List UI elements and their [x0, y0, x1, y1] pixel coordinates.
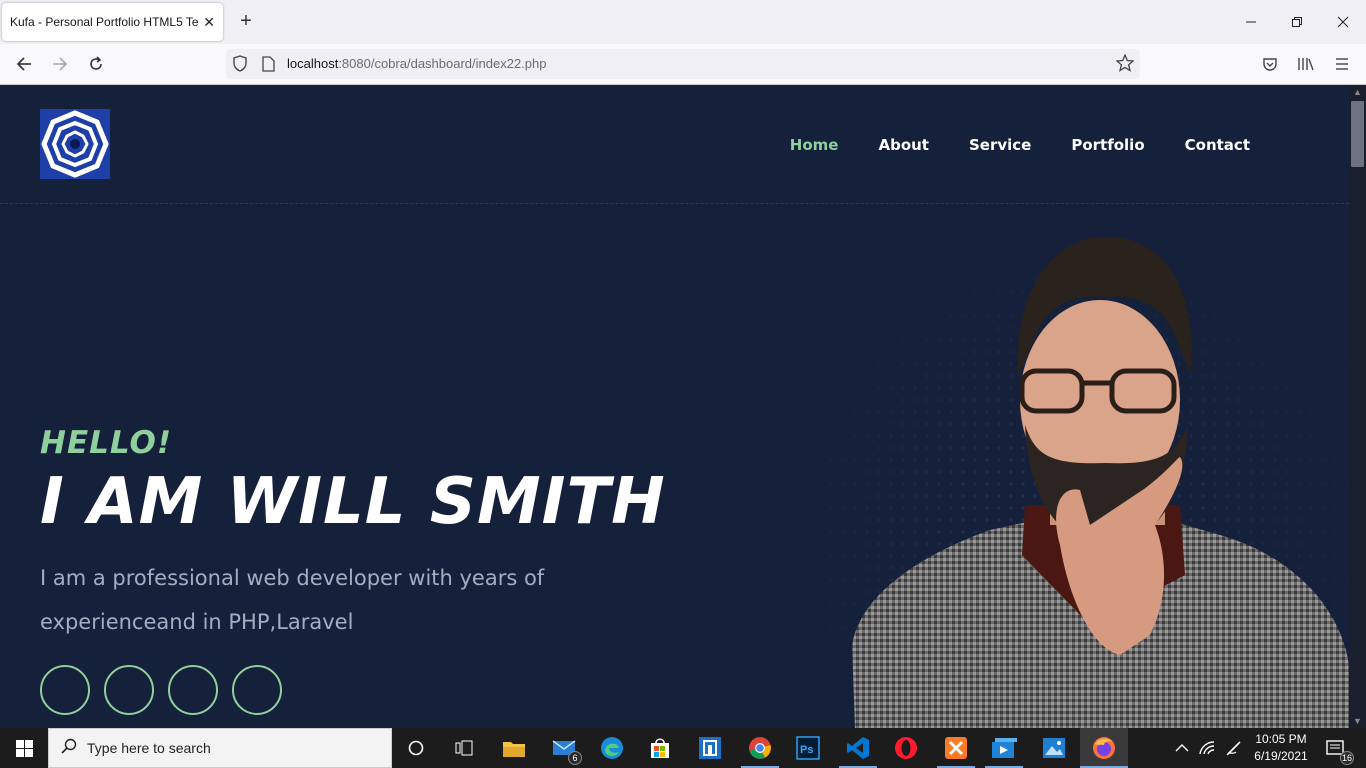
site-logo[interactable]	[40, 109, 110, 179]
page-icon[interactable]	[262, 56, 275, 77]
mail-badge: 6	[568, 751, 582, 765]
remote-app-icon[interactable]	[696, 734, 724, 762]
hero-greeting: HELLO!	[40, 425, 173, 461]
portrait-image	[852, 236, 1349, 728]
shield-icon[interactable]	[232, 55, 248, 78]
social-links	[40, 665, 282, 715]
minimize-icon[interactable]	[1241, 12, 1261, 32]
windows-start-icon[interactable]	[0, 728, 48, 768]
social-link-1[interactable]	[40, 665, 90, 715]
new-tab-icon[interactable]: +	[236, 10, 256, 33]
site-navigation: Home About Service Portfolio Contact	[750, 136, 1250, 154]
reload-icon[interactable]	[86, 54, 106, 74]
firefox-icon[interactable]	[1080, 728, 1128, 768]
search-placeholder: Type here to search	[87, 740, 211, 756]
scroll-up-icon[interactable]: ▲	[1353, 87, 1362, 97]
nav-link-portfolio[interactable]: Portfolio	[1071, 136, 1144, 154]
windows-taskbar: Type here to search 6 Ps 10:05 PM 6/19/2…	[0, 728, 1366, 768]
browser-tab[interactable]: Kufa - Personal Portfolio HTML5 Template…	[2, 3, 223, 41]
menu-icon[interactable]	[1332, 54, 1352, 74]
edge-icon[interactable]	[598, 734, 626, 762]
social-link-4[interactable]	[232, 665, 282, 715]
store-icon[interactable]	[646, 734, 674, 762]
restore-icon[interactable]	[1287, 12, 1307, 32]
social-link-3[interactable]	[168, 665, 218, 715]
svg-text:Ps: Ps	[800, 744, 813, 756]
notification-badge: 16	[1340, 751, 1354, 765]
notifications-icon[interactable]: 16	[1322, 734, 1354, 765]
search-icon	[61, 738, 77, 759]
file-explorer-icon[interactable]	[500, 734, 528, 762]
address-bar[interactable]: localhost:8080/cobra/dashboard/index22.p…	[226, 49, 1140, 79]
opera-icon[interactable]	[892, 734, 920, 762]
chrome-icon[interactable]	[746, 734, 774, 762]
mail-icon[interactable]: 6	[550, 734, 582, 765]
browser-tab-bar: Kufa - Personal Portfolio HTML5 Template…	[0, 0, 1366, 44]
nav-link-service[interactable]: Service	[969, 136, 1031, 154]
bookmark-star-icon[interactable]	[1115, 53, 1135, 77]
chevron-up-icon[interactable]	[1168, 734, 1196, 762]
browser-navigation-bar: localhost:8080/cobra/dashboard/index22.p…	[0, 44, 1366, 85]
vscode-icon[interactable]	[844, 734, 872, 762]
taskbar-search-box[interactable]: Type here to search	[48, 728, 392, 768]
web-page: Home About Service Portfolio Contact HEL…	[0, 85, 1349, 728]
system-clock[interactable]: 10:05 PM 6/19/2021	[1249, 731, 1313, 765]
clock-date: 6/19/2021	[1254, 749, 1308, 763]
xampp-icon[interactable]	[942, 734, 970, 762]
nav-link-about[interactable]: About	[878, 136, 929, 154]
close-window-icon[interactable]	[1333, 12, 1353, 32]
pocket-icon[interactable]	[1260, 54, 1280, 74]
tab-title: Kufa - Personal Portfolio HTML5 Template	[10, 15, 198, 29]
task-view-icon[interactable]	[450, 734, 478, 762]
nav-link-home[interactable]: Home	[790, 136, 839, 154]
hero-description: I am a professional web developer with y…	[40, 566, 545, 634]
page-scrollbar[interactable]: ▲ ▼	[1349, 85, 1366, 728]
clock-time: 10:05 PM	[1255, 732, 1307, 746]
cortana-icon[interactable]	[402, 734, 430, 762]
photoshop-icon[interactable]: Ps	[794, 734, 822, 762]
nav-link-contact[interactable]: Contact	[1185, 136, 1250, 154]
url-text[interactable]: localhost:8080/cobra/dashboard/index22.p…	[287, 56, 546, 71]
close-tab-icon[interactable]: ✕	[203, 14, 215, 31]
photos-icon[interactable]	[1040, 734, 1068, 762]
header-divider	[0, 203, 1349, 204]
forward-icon[interactable]	[50, 54, 70, 74]
scrollbar-thumb[interactable]	[1351, 101, 1364, 167]
social-link-2[interactable]	[104, 665, 154, 715]
scroll-down-icon[interactable]: ▼	[1353, 716, 1362, 726]
hero-title: I AM WILL SMITH	[40, 465, 666, 539]
wifi-icon[interactable]	[1193, 734, 1221, 762]
video-app-icon[interactable]	[990, 734, 1018, 762]
back-icon[interactable]	[14, 54, 34, 74]
library-icon[interactable]	[1296, 54, 1316, 74]
pen-icon[interactable]	[1220, 734, 1248, 762]
